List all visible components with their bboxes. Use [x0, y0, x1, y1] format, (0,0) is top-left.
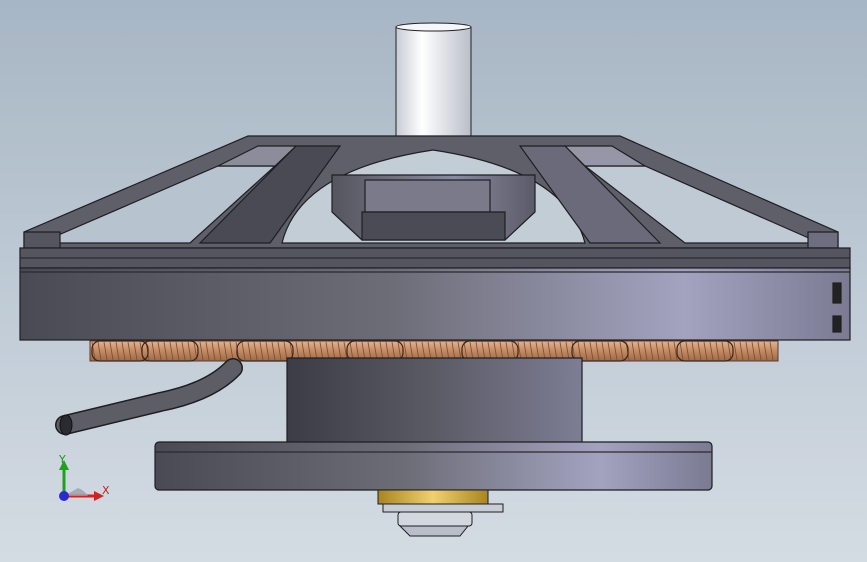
cad-viewport[interactable]: X Y	[0, 0, 867, 562]
rotor-top-cage[interactable]	[23, 135, 839, 249]
bearing-bottom[interactable]	[377, 489, 504, 537]
coordinate-triad: X Y	[48, 453, 118, 518]
rotor-band[interactable]	[19, 247, 851, 341]
shaft[interactable]	[395, 22, 472, 143]
y-axis-label: Y	[59, 453, 66, 466]
power-cable[interactable]	[55, 358, 243, 436]
motor-3d-model[interactable]	[0, 0, 867, 562]
x-axis-label: X	[102, 484, 110, 497]
base-flange[interactable]	[154, 441, 713, 491]
stator-housing[interactable]	[286, 357, 583, 447]
